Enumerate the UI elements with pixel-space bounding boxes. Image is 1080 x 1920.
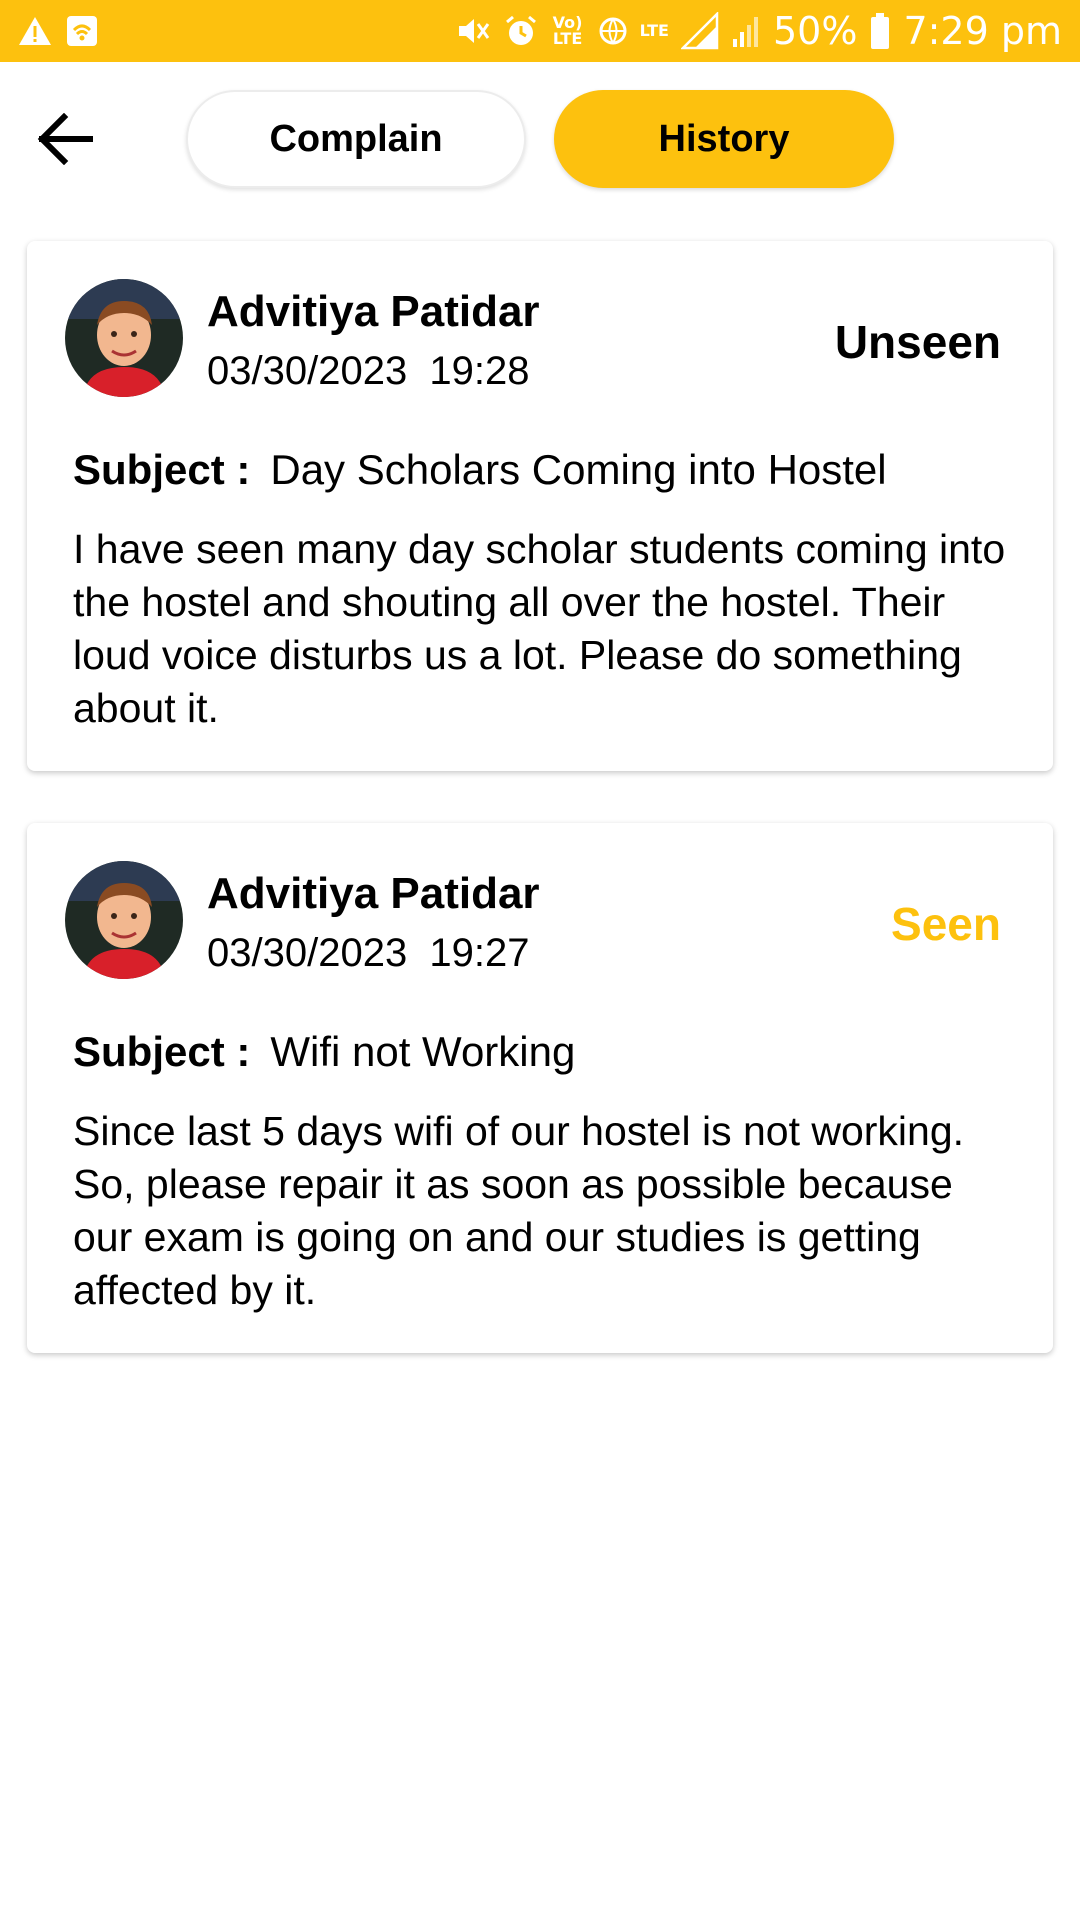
subject-label: Subject : bbox=[73, 446, 251, 493]
complaint-card[interactable]: Advitiya Patidar 03/30/2023 19:27 Seen S… bbox=[27, 823, 1053, 1353]
volte-icon: Vo) LTE bbox=[552, 13, 583, 48]
tab-history-label: History bbox=[658, 117, 790, 160]
subject-label: Subject : bbox=[73, 1028, 251, 1075]
warning-icon bbox=[18, 16, 52, 46]
tab-complain[interactable]: Complain bbox=[186, 90, 526, 188]
battery-percent: 50% bbox=[772, 9, 858, 53]
status-bar: Vo) LTE LTE 50% 7:29 pm bbox=[0, 0, 1080, 62]
status-badge: Unseen bbox=[834, 316, 1001, 368]
subject-text: Wifi not Working bbox=[270, 1028, 576, 1075]
author-name: Advitiya Patidar bbox=[207, 287, 540, 336]
arrow-left-icon bbox=[37, 113, 93, 165]
complaint-datetime: 03/30/2023 19:28 bbox=[207, 349, 530, 393]
complaint-body: Since last 5 days wifi of our hostel is … bbox=[73, 1108, 965, 1313]
author-name: Advitiya Patidar bbox=[207, 869, 540, 918]
subject-row: Subject : Wifi not Working bbox=[73, 1028, 575, 1076]
avatar bbox=[65, 279, 183, 397]
signal-icon-2 bbox=[731, 13, 761, 49]
wifi-hotspot-icon bbox=[66, 15, 98, 47]
complaint-datetime: 03/30/2023 19:27 bbox=[207, 931, 530, 975]
tab-history[interactable]: History bbox=[554, 90, 894, 188]
subject-text: Day Scholars Coming into Hostel bbox=[270, 446, 887, 493]
data-saver-icon bbox=[598, 16, 628, 46]
alarm-icon bbox=[504, 14, 538, 48]
mute-icon bbox=[456, 14, 492, 48]
clock: 7:29 pm bbox=[903, 9, 1062, 53]
top-bar: Complain History bbox=[0, 62, 1080, 222]
avatar bbox=[65, 861, 183, 979]
complaint-card[interactable]: Advitiya Patidar 03/30/2023 19:28 Unseen… bbox=[27, 241, 1053, 771]
signal-icon bbox=[680, 12, 719, 50]
tab-complain-label: Complain bbox=[269, 117, 443, 160]
battery-icon bbox=[869, 12, 891, 50]
complaint-body: I have seen many day scholar students co… bbox=[73, 526, 1006, 731]
lte-icon: LTE bbox=[639, 21, 669, 40]
status-badge: Seen bbox=[891, 898, 1001, 950]
subject-row: Subject : Day Scholars Coming into Hostel bbox=[73, 446, 887, 494]
back-button[interactable] bbox=[30, 104, 100, 174]
